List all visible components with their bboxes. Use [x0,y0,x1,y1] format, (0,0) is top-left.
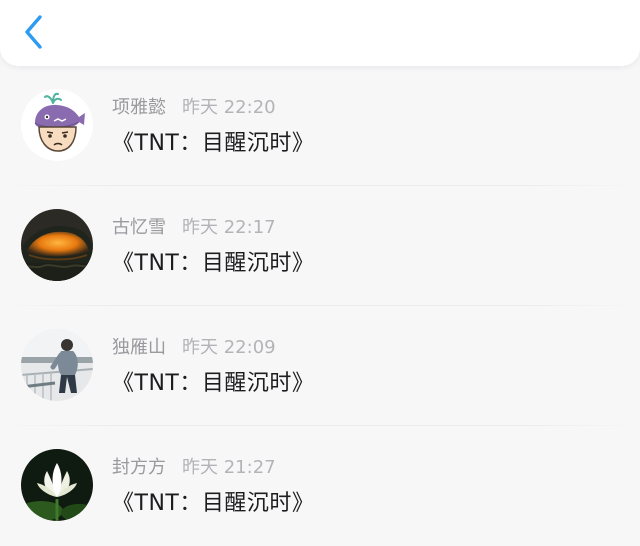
comment-meta: 古忆雪 昨天 22:17 [112,216,276,240]
comment-text: 《TNT：目醒沉时》 [112,371,315,396]
username[interactable]: 古忆雪 [112,217,166,238]
username[interactable]: 项雅懿 [112,97,166,118]
timestamp: 昨天 22:09 [182,337,276,358]
cartoon-whale-hat-avatar-icon [21,89,93,161]
username[interactable]: 封方方 [112,457,166,478]
comment-meta: 独雁山 昨天 22:09 [112,336,276,360]
comment-text: 《TNT：目醒沉时》 [112,491,315,516]
comment-meta: 项雅懿 昨天 22:20 [112,96,276,120]
user-avatar[interactable] [21,209,93,281]
comment-item: 封方方 昨天 21:27 《TNT：目醒沉时》 [0,426,640,546]
comment-item: 项雅懿 昨天 22:20 《TNT：目醒沉时》 [0,66,640,186]
user-avatar[interactable] [21,449,93,521]
timestamp: 昨天 22:20 [182,97,276,118]
person-by-railing-avatar-icon [21,329,93,401]
chevron-left-icon [25,15,42,49]
comment-meta: 封方方 昨天 21:27 [112,456,276,480]
top-nav-bar [0,0,640,66]
white-lotus-flower-avatar-icon [21,449,93,521]
orange-boat-sunset-avatar-icon [21,209,93,281]
comment-item: 独雁山 昨天 22:09 《TNT：目醒沉时》 [0,306,640,426]
comment-list: 项雅懿 昨天 22:20 《TNT：目醒沉时》 古忆雪 昨天 22:17 《TN… [0,66,640,546]
timestamp: 昨天 22:17 [182,217,276,238]
back-button[interactable] [20,14,50,50]
comment-item: 古忆雪 昨天 22:17 《TNT：目醒沉时》 [0,186,640,306]
user-avatar[interactable] [21,89,93,161]
comment-text: 《TNT：目醒沉时》 [112,251,315,276]
comment-text: 《TNT：目醒沉时》 [112,131,315,156]
username[interactable]: 独雁山 [112,337,166,358]
timestamp: 昨天 21:27 [182,457,276,478]
user-avatar[interactable] [21,329,93,401]
